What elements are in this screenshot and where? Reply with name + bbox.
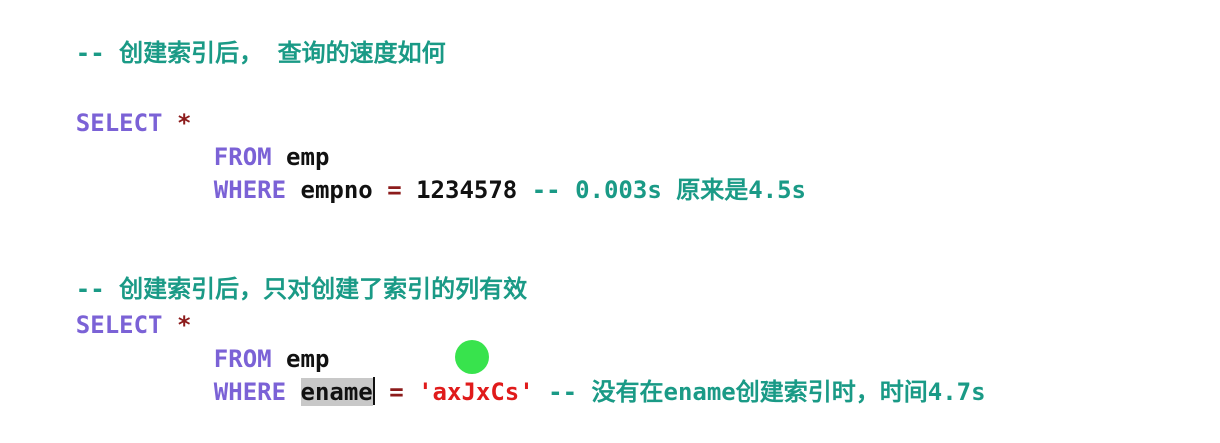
comment-line-1: -- 创建索引后， 查询的速度如何 — [18, 2, 446, 67]
comment-text: -- 创建索引后， 查询的速度如何 — [75, 39, 446, 67]
equals-operator: = — [387, 176, 402, 204]
text-caret — [372, 377, 375, 405]
where-line-2: WHERE ename = 'axJxCs' -- 没有在ename创建索引时，… — [156, 341, 1220, 406]
inline-comment: -- 0.003s 原来是4.5s — [531, 176, 807, 204]
select-keyword: SELECT — [75, 109, 163, 137]
column-name: empno — [300, 176, 373, 204]
sql-editor[interactable]: -- 创建索引后， 查询的速度如何 SELECT * FROM emp WHER… — [0, 0, 1220, 406]
select-line-1: SELECT * — [18, 72, 192, 137]
number-literal: 1234578 — [416, 176, 518, 204]
where-keyword: WHERE — [213, 176, 287, 204]
select-line-2: SELECT * — [18, 274, 192, 339]
from-line-2: FROM emp — [156, 308, 330, 373]
select-keyword: SELECT — [75, 311, 163, 339]
from-line-1: FROM emp — [156, 106, 330, 171]
comment-line-2: -- 创建索引后，只对创建了索引的列有效 — [18, 238, 527, 303]
where-line-1: WHERE empno = 1234578 -- 0.003s 原来是4.5s — [156, 139, 806, 204]
